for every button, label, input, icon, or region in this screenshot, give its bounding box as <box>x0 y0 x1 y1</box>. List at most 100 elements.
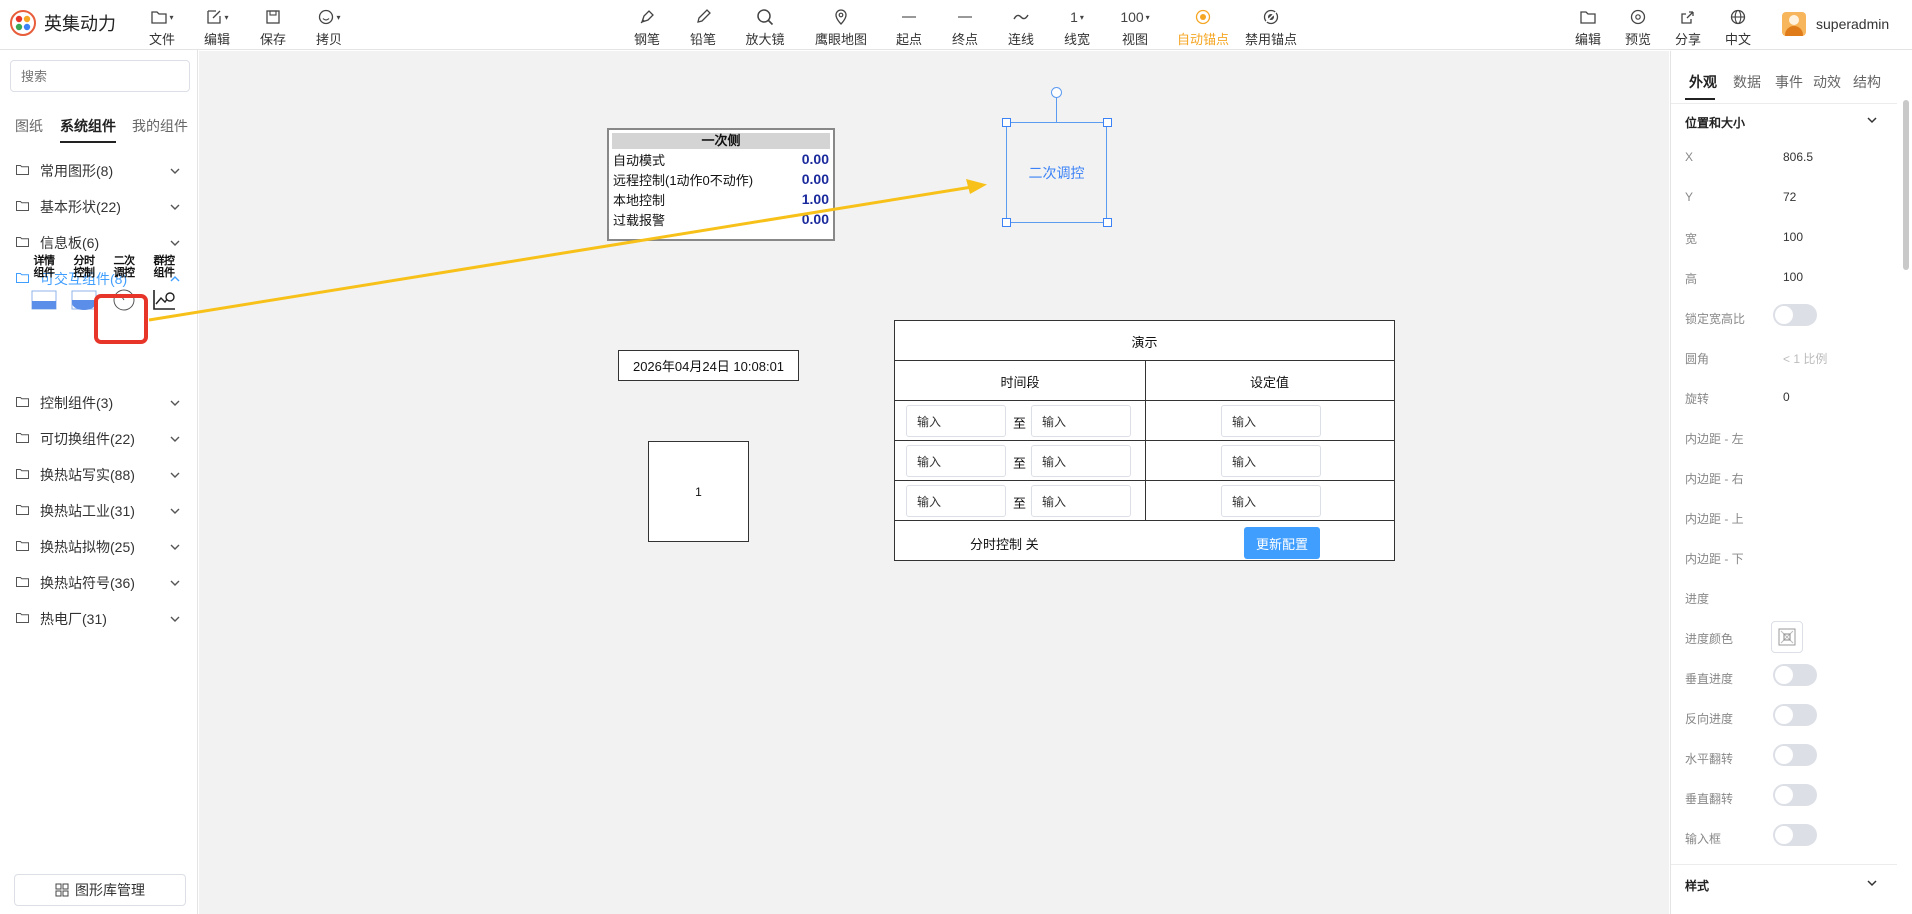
save-button[interactable]: 保存 <box>245 6 301 48</box>
category-item[interactable]: 控制组件(3) <box>0 387 198 417</box>
tab-system-components[interactable]: 系统组件 <box>60 116 116 143</box>
line-end-button[interactable]: 终点 <box>937 6 993 48</box>
category-item[interactable]: 基本形状(22) <box>0 191 198 221</box>
category-item[interactable]: 换热站拟物(25) <box>0 531 198 561</box>
line-start-button[interactable]: 起点 <box>881 6 937 48</box>
user-menu[interactable]: superadmin <box>1782 12 1889 36</box>
padding-bottom-field[interactable]: 内边距 - 下 <box>1685 550 1744 567</box>
folder-icon <box>16 165 29 175</box>
app-title: 英集动力 <box>44 14 116 34</box>
category-item[interactable]: 换热站符号(36) <box>0 567 198 597</box>
tab-events[interactable]: 事件 <box>1775 72 1803 92</box>
resize-handle-nw[interactable] <box>1002 118 1011 127</box>
section-position-size[interactable]: 位置和大小 <box>1685 114 1745 131</box>
period-end-input[interactable]: 输入 <box>1031 485 1131 517</box>
selected-component[interactable]: 二次调控 <box>1006 122 1107 223</box>
section-style[interactable]: 样式 <box>1685 877 1709 894</box>
file-menu-button[interactable]: ▾ 文件 <box>134 6 190 48</box>
chevron-down-icon[interactable] <box>1865 876 1879 890</box>
update-config-button[interactable]: 更新配置 <box>1244 527 1320 559</box>
folder-icon <box>16 433 29 443</box>
tab-data[interactable]: 数据 <box>1733 72 1761 92</box>
lock-ratio-toggle[interactable] <box>1773 304 1817 326</box>
flip-vertical-toggle[interactable] <box>1773 784 1817 806</box>
grid-icon <box>55 883 69 897</box>
demo-table[interactable]: 演示 时间段 设定值 输入 至 输入 输入 输入 至 输入 输入 输入 至 输入… <box>894 320 1395 561</box>
component-detail[interactable]: 详情 组件 <box>26 255 62 314</box>
progress-color-picker[interactable] <box>1771 621 1803 653</box>
copy-menu-button[interactable]: ▾ 拷贝 <box>301 6 357 48</box>
resize-handle-ne[interactable] <box>1103 118 1112 127</box>
preview-button[interactable]: 预览 <box>1610 6 1666 48</box>
period-start-input[interactable]: 输入 <box>906 405 1006 437</box>
primary-side-panel[interactable]: 一次侧 自动模式 0.00 远程控制(1动作0不动作) 0.00 本地控制 1.00 … <box>607 128 835 241</box>
category-item[interactable]: 信息板(6) <box>0 227 198 257</box>
pencil-tool-button[interactable]: 铅笔 <box>675 6 731 48</box>
category-item[interactable]: 热电厂(31) <box>0 603 198 633</box>
flip-horizontal-toggle[interactable] <box>1773 744 1817 766</box>
tab-appearance[interactable]: 外观 <box>1689 72 1717 92</box>
line-width-select[interactable]: 1 ▾ 线宽 <box>1049 6 1105 48</box>
resize-handle-se[interactable] <box>1103 218 1112 227</box>
folder-icon <box>16 397 29 407</box>
component-group-control[interactable]: 群控 组件 <box>146 255 182 314</box>
app-logo[interactable]: 英集动力 <box>10 10 116 36</box>
period-end-input[interactable]: 输入 <box>1031 445 1131 477</box>
x-field[interactable]: 806.5 <box>1783 150 1813 164</box>
category-label: 信息板(6) <box>40 235 100 251</box>
save-icon <box>266 10 280 24</box>
edit-icon <box>207 10 222 24</box>
period-start-input[interactable]: 输入 <box>906 445 1006 477</box>
category-item[interactable]: 换热站工业(31) <box>0 495 198 525</box>
resize-handle-sw[interactable] <box>1002 218 1011 227</box>
category-item[interactable]: 换热站写实(88) <box>0 459 198 489</box>
setpoint-input[interactable]: 输入 <box>1221 405 1321 437</box>
category-label: 换热站写实(88) <box>40 467 135 483</box>
connect-line-button[interactable]: 连线 <box>993 6 1049 48</box>
view-zoom-select[interactable]: 100 ▾ 视图 <box>1107 6 1163 48</box>
input-box-toggle[interactable] <box>1773 824 1817 846</box>
share-button[interactable]: 分享 <box>1660 6 1716 48</box>
eagle-map-button[interactable]: 鹰眼地图 <box>813 6 869 48</box>
tab-drawings[interactable]: 图纸 <box>15 116 43 136</box>
period-start-input[interactable]: 输入 <box>906 485 1006 517</box>
edit-menu-button[interactable]: ▾ 编辑 <box>189 6 245 48</box>
period-end-input[interactable]: 输入 <box>1031 405 1131 437</box>
height-field[interactable]: 100 <box>1783 270 1803 284</box>
number-box[interactable]: 1 <box>648 441 749 542</box>
tab-structure[interactable]: 结构 <box>1853 72 1881 92</box>
vertical-progress-toggle[interactable] <box>1773 664 1817 686</box>
category-item[interactable]: 常用图形(8) <box>0 155 198 185</box>
datetime-display[interactable]: 2026年04月24日 10:08:01 <box>618 350 799 381</box>
radius-field[interactable]: < 1 比例 <box>1783 350 1827 367</box>
tab-my-components[interactable]: 我的组件 <box>132 116 188 136</box>
reverse-progress-toggle[interactable] <box>1773 704 1817 726</box>
padding-top-field[interactable]: 内边距 - 上 <box>1685 510 1744 527</box>
rotate-handle[interactable] <box>1051 87 1062 98</box>
padding-left-field[interactable]: 内边距 - 左 <box>1685 430 1744 447</box>
library-manage-button[interactable]: 图形库管理 <box>14 874 186 906</box>
disable-anchor-button[interactable]: 禁用锚点 <box>1242 6 1300 48</box>
magnifier-tool-button[interactable]: 放大镜 <box>737 6 793 48</box>
padding-right-field[interactable]: 内边距 - 右 <box>1685 470 1744 487</box>
chevron-down-icon <box>170 580 180 586</box>
active-tab-indicator <box>1685 98 1715 100</box>
auto-anchor-button[interactable]: 自动锚点 <box>1174 6 1232 48</box>
progress-field[interactable]: 进度 <box>1685 590 1709 607</box>
edit-mode-button[interactable]: 编辑 <box>1560 6 1616 48</box>
language-button[interactable]: 中文 <box>1710 6 1766 48</box>
category-item[interactable]: 可切换组件(22) <box>0 423 198 453</box>
search-input[interactable] <box>10 60 190 92</box>
color-picker-icon <box>1778 628 1796 646</box>
setpoint-input[interactable]: 输入 <box>1221 485 1321 517</box>
width-field[interactable]: 100 <box>1783 230 1803 244</box>
setpoint-input[interactable]: 输入 <box>1221 445 1321 477</box>
chevron-down-icon[interactable] <box>1865 113 1879 127</box>
scrollbar[interactable] <box>1903 100 1909 270</box>
y-field[interactable]: 72 <box>1783 190 1796 204</box>
selected-component-label: 二次调控 <box>1028 164 1085 181</box>
pen-tool-button[interactable]: 钢笔 <box>619 6 675 48</box>
chevron-down-icon: ▾ <box>1079 12 1084 22</box>
tab-animation[interactable]: 动效 <box>1813 72 1841 92</box>
rotate-field[interactable]: 0 <box>1783 390 1790 404</box>
